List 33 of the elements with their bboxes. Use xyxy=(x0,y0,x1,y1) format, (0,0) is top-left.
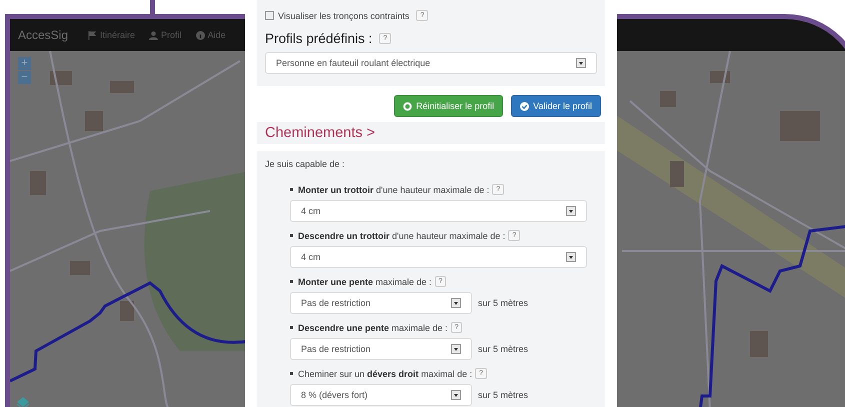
criterion-label: Cheminer sur un dévers droit maximal de : xyxy=(298,368,472,378)
dropdown-select[interactable]: Pas de restriction xyxy=(290,292,472,314)
validate-button[interactable]: Valider le profil xyxy=(511,95,601,117)
bullet-icon xyxy=(290,188,293,191)
checkbox-label: Visualiser les tronçons contraints xyxy=(278,10,410,20)
criterion-label: Monter un trottoir d'une hauteur maximale de : xyxy=(298,184,490,194)
brand-link[interactable]: AccesSig xyxy=(18,28,68,42)
dropdown-select[interactable]: Personne en fauteuil roulant électrique xyxy=(265,52,597,74)
flag-icon xyxy=(88,30,98,40)
info-icon xyxy=(196,30,205,40)
circle-icon xyxy=(403,102,412,110)
check-circle-icon xyxy=(520,102,530,110)
bullet-icon xyxy=(290,372,293,375)
unit-text: sur 5 mètres xyxy=(478,298,528,308)
dropdown-select[interactable]: 8 % (dévers fort) xyxy=(290,384,472,406)
reset-button[interactable]: Réinitialiser le profil xyxy=(394,95,504,117)
bullet-icon xyxy=(290,234,293,237)
bullet-icon xyxy=(290,280,293,283)
criterion-label: Descendre un trottoir d'une hauteur maximale de : xyxy=(298,230,506,240)
criterion-label: Monter une pente maximale de : xyxy=(298,276,432,286)
checkbox[interactable] xyxy=(265,11,274,20)
unit-text: sur 5 mètres xyxy=(478,390,528,400)
intro-text: Je suis capable de : xyxy=(265,159,345,169)
criterion-label: Descendre une pente maximale de : xyxy=(298,322,448,332)
layers-icon[interactable] xyxy=(16,396,30,407)
dropdown-select[interactable]: Pas de restriction xyxy=(290,338,472,360)
user-icon xyxy=(149,30,158,40)
dropdown-select[interactable]: 4 cm xyxy=(290,200,587,222)
bullet-icon xyxy=(290,326,293,329)
unit-text: sur 5 mètres xyxy=(478,344,528,354)
dropdown-select[interactable]: 4 cm xyxy=(290,246,587,268)
profiles-label: Profils prédéfinis : xyxy=(265,31,372,46)
section-title[interactable]: Cheminements > xyxy=(265,125,376,141)
